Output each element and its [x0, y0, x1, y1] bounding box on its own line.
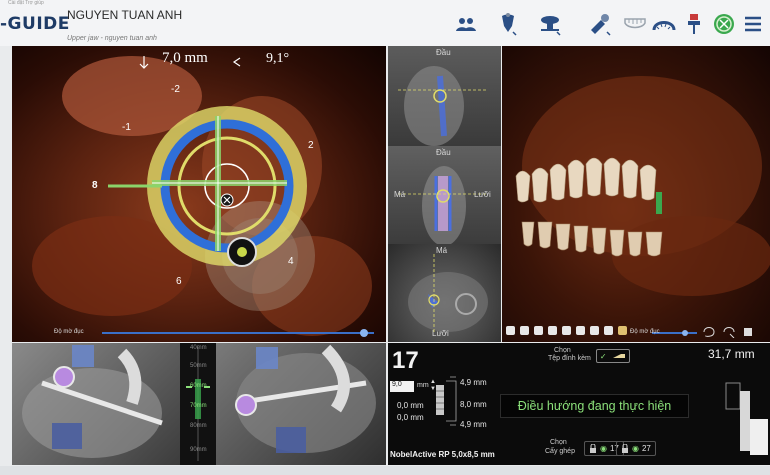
tooth-toggle-icon[interactable] — [520, 326, 529, 335]
opacity-slider-label: Độ mờ đục — [54, 329, 84, 335]
drill-icon[interactable] — [586, 10, 614, 38]
slice-label-top: Má — [436, 246, 448, 255]
depth-tick: 40mm — [190, 345, 207, 351]
tooth-toggle-icon[interactable] — [576, 326, 585, 335]
select-label-2: Chọn — [550, 439, 567, 446]
slice-image — [398, 66, 488, 146]
marker-label: -2 — [171, 84, 180, 95]
tooth-number: 17 — [392, 347, 419, 374]
check-circle-icon: ◉ — [632, 444, 639, 453]
tooth-toggle-icon[interactable] — [548, 326, 557, 335]
tooth-view-icon[interactable] — [495, 10, 521, 38]
slice-label-left: Má — [394, 190, 406, 199]
distance-reading: 31,7 mm — [708, 347, 755, 361]
arch-icon[interactable] — [650, 10, 678, 38]
attachment-selector[interactable]: ✓ — [596, 349, 630, 363]
depth-scale: 40mm 50mm 60mm 70mm 80mm 90mm — [180, 343, 216, 465]
menu-icon[interactable] — [741, 10, 765, 38]
depth-reading: 7,0 mm — [162, 50, 208, 66]
camera-image — [22, 345, 163, 458]
marker-label: 8 — [92, 180, 98, 191]
confirm-check-icon[interactable] — [711, 10, 737, 38]
navigation-status: Điều hướng đang thực hiện — [500, 394, 689, 418]
implant-lock-27[interactable]: ◉ 27 — [616, 441, 656, 456]
depth-tick: 60mm — [190, 383, 207, 389]
tooth-toggle-icon[interactable] — [562, 326, 571, 335]
top-bar: Cài đặt Trợ giúp -GUIDE NGUYEN TUAN ANH … — [0, 0, 770, 46]
marker-label: -1 — [122, 122, 131, 133]
tooth-toggle-icon[interactable] — [618, 326, 627, 335]
tooth-toggle-icon[interactable] — [534, 326, 543, 335]
dimension-middle: 8,0 mm — [460, 400, 487, 409]
camera-view-left — [12, 343, 180, 465]
implant-view-icon[interactable] — [536, 10, 564, 38]
camera-view-right — [216, 343, 386, 465]
top-menu-text[interactable]: Cài đặt Trợ giúp — [8, 0, 44, 6]
slice-view-coronal[interactable]: Đầu Má Lưỡi — [388, 146, 501, 244]
slice-image — [408, 254, 488, 334]
jaw-teeth-icon[interactable] — [622, 10, 648, 38]
angle-reading: 9,1° — [266, 51, 290, 66]
target-overlay — [32, 56, 374, 337]
check-circle-icon: ◉ — [600, 444, 607, 453]
skull-render — [515, 76, 770, 336]
navigation-3d-view[interactable]: 7,0 mm 9,1° -2 -1 2 4 6 8 Độ mờ đục — [12, 46, 386, 342]
slice-label-right: Lưỡi — [474, 190, 491, 199]
skull-tooth-selector[interactable] — [506, 326, 627, 335]
select-label: Chọn — [554, 347, 571, 354]
case-subtitle: Upper jaw - nguyen tuan anh — [67, 35, 157, 42]
skull-view-tools — [702, 326, 762, 338]
slice-view-sagittal[interactable]: Má Lưỡi — [388, 244, 501, 342]
check-icon: ✓ — [599, 351, 607, 361]
marker-label: 2 — [308, 140, 314, 151]
depth-tick: 90mm — [190, 447, 207, 453]
users-icon[interactable] — [452, 10, 480, 38]
marker-label: 6 — [176, 276, 182, 287]
tooth-toggle-icon[interactable] — [506, 326, 515, 335]
tooth-toggle-icon[interactable] — [590, 326, 599, 335]
marker-label: 4 — [288, 256, 294, 267]
slice-label-top: Đầu — [436, 48, 451, 57]
patient-name: NGUYEN TUAN ANH — [67, 8, 183, 22]
guide-settings-icon[interactable] — [682, 10, 706, 38]
slice-label-top: Đầu — [436, 148, 451, 157]
lock-icon — [590, 444, 596, 453]
depth-tick: 70mm — [190, 403, 207, 409]
bottom-strip — [0, 466, 770, 475]
implant-label: Cấy ghép — [545, 448, 575, 455]
depth-tick: 80mm — [190, 423, 207, 429]
offset-bottom: 0,0 mm — [397, 413, 424, 422]
slice-view-axial[interactable]: Đầu — [388, 46, 501, 146]
handpiece-icon — [725, 382, 768, 455]
implant-lock-value: 27 — [641, 444, 651, 453]
cube-icon[interactable] — [742, 326, 754, 338]
offset-top: 0,0 mm — [397, 401, 424, 410]
attachment-icon — [613, 354, 626, 358]
slice-label-bottom: Lưỡi — [432, 329, 449, 338]
left-tool-strip — [0, 46, 12, 466]
dimension-top: 4,9 mm — [460, 378, 487, 387]
tooth-toggle-icon[interactable] — [604, 326, 613, 335]
lasso-icon[interactable] — [702, 326, 716, 338]
skull-3d-view[interactable]: Độ mờ đục — [502, 46, 770, 342]
implant-name: NobelActive RP 5,0x8,5 mm — [390, 450, 495, 459]
app-logo: -GUIDE — [0, 14, 70, 34]
attachment-label: Tệp đính kèm — [548, 355, 591, 362]
lock-icon — [622, 444, 628, 453]
length-input[interactable]: 9,0 — [390, 381, 414, 392]
lasso-eraser-icon[interactable] — [722, 326, 736, 338]
length-unit: mm — [417, 382, 429, 389]
depth-tick: 50mm — [190, 363, 207, 369]
camera-image — [235, 344, 376, 453]
skull-opacity-label: Độ mờ đục — [630, 329, 660, 335]
dimension-bottom: 4,9 mm — [460, 420, 487, 429]
